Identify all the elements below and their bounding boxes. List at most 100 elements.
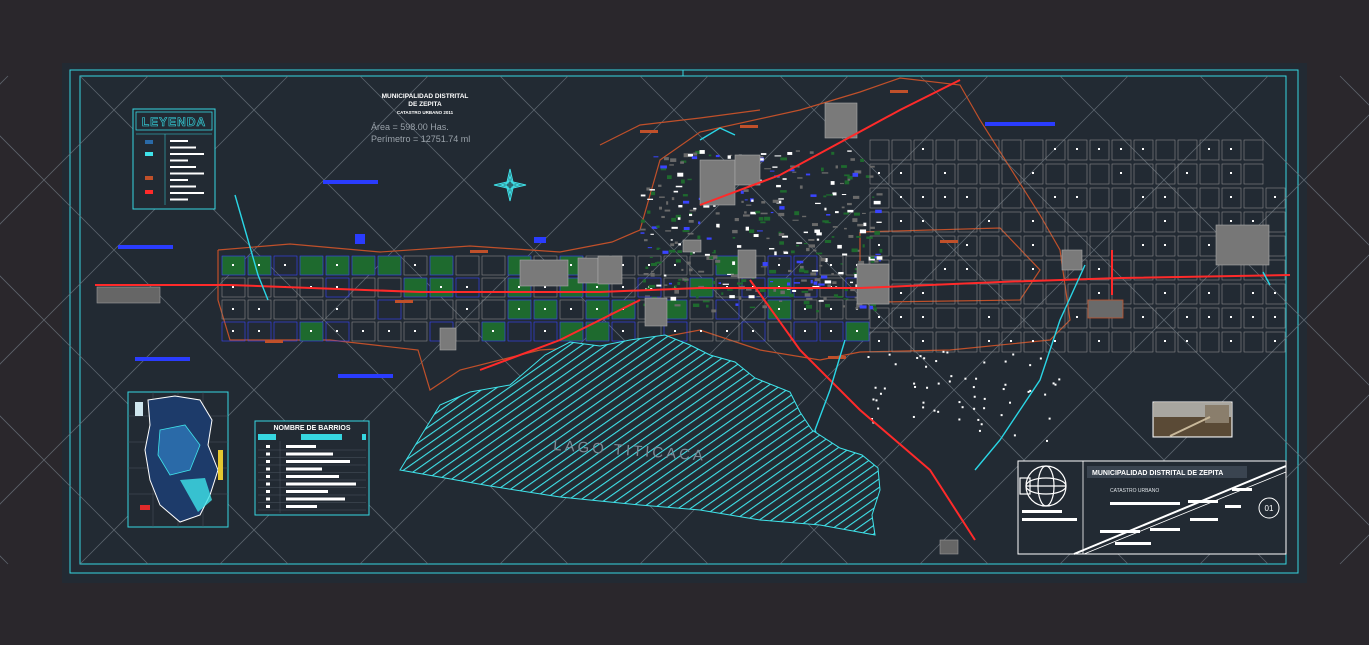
building: [681, 268, 684, 271]
building: [1274, 316, 1276, 318]
building: [769, 269, 777, 274]
building: [805, 173, 811, 176]
building: [1032, 340, 1034, 342]
building: [761, 201, 766, 204]
building: [1048, 417, 1051, 420]
parcel-east-2: [1087, 299, 1124, 319]
building: [983, 361, 986, 364]
building: [1002, 388, 1005, 391]
building: [728, 267, 736, 271]
building: [1164, 220, 1166, 222]
legend-swatch: [145, 140, 153, 144]
building: [852, 172, 859, 177]
building: [844, 180, 850, 185]
building: [824, 303, 830, 308]
building: [640, 232, 645, 234]
building: [762, 305, 767, 309]
building: [748, 295, 755, 299]
legend-swatch: [145, 152, 153, 156]
building: [718, 282, 722, 285]
building: [650, 272, 655, 277]
building: [414, 330, 416, 332]
building: [232, 308, 234, 310]
building: [831, 236, 835, 238]
building: [1098, 292, 1100, 294]
building: [1186, 316, 1188, 318]
building: [803, 300, 810, 305]
building: [926, 386, 929, 389]
barrio-row-name: [286, 475, 339, 478]
block: [351, 255, 376, 276]
building: [715, 259, 721, 263]
building: [857, 223, 864, 227]
barrio-row-name: [286, 445, 316, 448]
building: [1274, 340, 1276, 342]
building: [835, 165, 838, 169]
building: [848, 234, 854, 238]
building: [715, 212, 720, 215]
building: [683, 153, 688, 158]
building: [1029, 364, 1032, 367]
building: [670, 239, 673, 241]
building: [1164, 244, 1166, 246]
building: [1032, 172, 1034, 174]
barrio-row-number: [266, 467, 270, 471]
building: [900, 220, 902, 222]
building: [796, 242, 803, 244]
building: [751, 199, 754, 202]
building: [752, 330, 754, 332]
building: [664, 209, 671, 212]
building: [900, 292, 902, 294]
building: [570, 264, 572, 266]
building: [1054, 383, 1057, 386]
building: [944, 268, 946, 270]
building: [875, 253, 881, 255]
building: [830, 308, 832, 310]
building: [362, 330, 364, 332]
building: [656, 225, 660, 228]
legend-row-text: [170, 185, 196, 188]
barrio-row-name: [286, 482, 356, 486]
building: [877, 407, 880, 410]
building: [1027, 390, 1030, 393]
building: [852, 218, 858, 223]
building: [697, 235, 701, 239]
block: [299, 255, 324, 276]
building: [964, 377, 967, 380]
building: [1058, 378, 1061, 381]
building: [804, 293, 811, 297]
building: [712, 280, 716, 285]
building: [682, 200, 690, 204]
building: [863, 222, 867, 227]
title-block-field-bar: [1225, 505, 1241, 508]
building: [813, 249, 817, 252]
building: [876, 193, 883, 196]
building: [824, 207, 827, 211]
sheet-number: 01: [1265, 504, 1274, 513]
building: [778, 300, 783, 302]
building: [756, 230, 763, 232]
building: [776, 184, 781, 188]
building: [756, 295, 761, 298]
building: [820, 257, 826, 262]
building: [644, 295, 650, 297]
building: [678, 278, 682, 281]
building: [808, 239, 815, 241]
building: [792, 171, 797, 173]
barrio-row-number: [266, 445, 270, 448]
title-block-field-bar: [1190, 518, 1218, 521]
site-photo-thumbnail: [1152, 401, 1233, 438]
building: [772, 166, 778, 168]
building: [671, 226, 678, 229]
building: [232, 330, 234, 332]
building: [691, 156, 698, 160]
building: [651, 270, 654, 273]
building: [946, 351, 949, 354]
building: [875, 209, 882, 214]
building: [1052, 382, 1055, 385]
building: [856, 330, 858, 332]
building: [669, 164, 674, 166]
parcel-south: [939, 539, 959, 555]
building: [653, 156, 659, 158]
legend-box: LEYENDA: [132, 108, 216, 210]
